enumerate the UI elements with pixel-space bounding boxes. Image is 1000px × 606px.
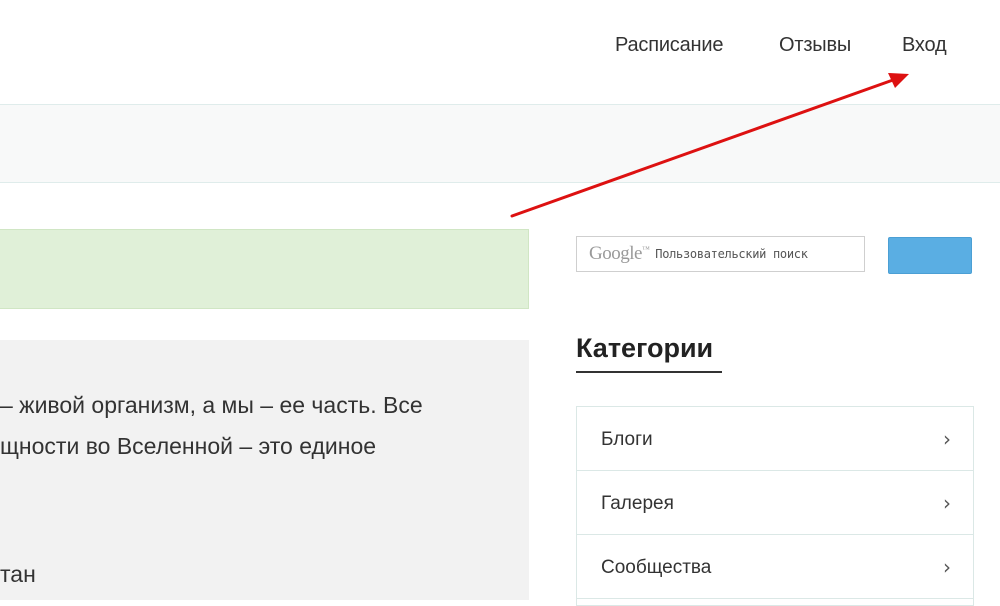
article-text-line: – живой организм, а мы – ее часть. Все (0, 392, 423, 418)
category-item-blogs[interactable]: Блоги › (577, 407, 973, 471)
nav-link-reviews[interactable]: Отзывы (779, 34, 851, 57)
nav-link-schedule[interactable]: Расписание (615, 34, 723, 57)
categories-list: Блоги › Галерея › Сообщества › (576, 406, 974, 606)
top-navigation: Расписание Отзывы Вход (0, 0, 1000, 104)
categories-heading: Категории (576, 333, 714, 363)
article-text-line: тан (0, 561, 36, 587)
nav-link-login[interactable]: Вход (902, 34, 947, 57)
heading-underline (576, 371, 722, 373)
category-label: Блоги (601, 429, 653, 450)
success-alert (0, 229, 529, 309)
chevron-right-icon: › (943, 555, 951, 579)
category-label: Сообщества (601, 557, 712, 578)
chevron-right-icon: › (943, 491, 951, 515)
chevron-right-icon: › (943, 427, 951, 451)
category-item-gallery[interactable]: Галерея › (577, 471, 973, 535)
article-content: – живой организм, а мы – ее часть. Все щ… (0, 340, 529, 600)
search-placeholder: Пользовательский поиск (655, 247, 808, 261)
google-logo: Google™ (589, 243, 650, 264)
search-button[interactable] (888, 237, 972, 274)
search-input[interactable]: Google™ Пользовательский поиск (576, 236, 865, 272)
breadcrumb-band (0, 104, 1000, 183)
article-text-line: щности во Вселенной – это единое (0, 433, 377, 459)
category-item-communities[interactable]: Сообщества › (577, 535, 973, 599)
category-label: Галерея (601, 493, 674, 514)
